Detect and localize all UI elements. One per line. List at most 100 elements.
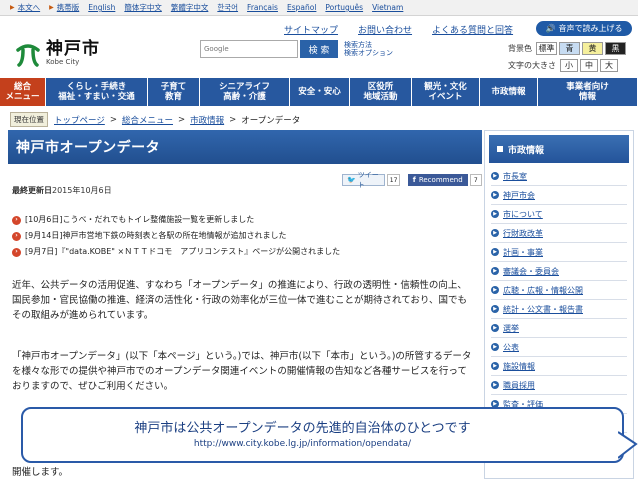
sidebar-title: 市政情報 <box>508 145 545 156</box>
tweet-count: 17 <box>387 174 400 186</box>
arrow-right-icon: ▶ <box>491 210 499 218</box>
language-link[interactable]: 繁體字中文 <box>171 2 209 13</box>
language-link[interactable]: 簡体字中文 <box>124 2 162 13</box>
arrow-right-icon: ▶ <box>491 305 499 313</box>
kobe-city-emblem-icon <box>14 40 42 68</box>
language-link[interactable]: Vietnam <box>372 3 403 12</box>
news-item[interactable]: › [9月14日]神戸市営地下鉄の時刻表と各駅の所在地情報が追加されました <box>12 228 340 244</box>
language-link[interactable]: Português <box>325 3 363 12</box>
top-link[interactable]: サイトマップ <box>284 23 338 36</box>
search-options: 検索方法 検索オプション <box>344 41 393 57</box>
callout-url[interactable]: http://www.city.kobe.lg.jp/information/o… <box>23 439 622 449</box>
tweet-button[interactable]: 🐦 ツイート <box>342 171 386 189</box>
facebook-recommend-button[interactable]: f Recommend <box>407 174 468 186</box>
sidebar-item-label: 統計・公文書・報告書 <box>503 304 583 314</box>
sidebar-item[interactable]: ▶ 職員採用 <box>491 376 627 395</box>
font-size-selector: 文字の大きさ 小 中 大 <box>508 59 620 72</box>
breadcrumb-home[interactable]: トップページ <box>54 114 105 126</box>
sidebar-item-label: 職員採用 <box>503 380 535 390</box>
nav-item[interactable]: 市政情報 <box>480 78 538 106</box>
page-title: 神戸市オープンデータ <box>8 130 482 164</box>
arrow-right-icon: ▶ <box>491 191 499 199</box>
sidebar-item[interactable]: ▶ 選挙 <box>491 319 627 338</box>
breadcrumb-city-info[interactable]: 市政情報 <box>190 114 224 126</box>
language-link[interactable]: Español <box>287 3 316 12</box>
language-link[interactable]: 携帯版 <box>57 2 80 13</box>
bg-black-button[interactable]: 黒 <box>605 42 626 55</box>
language-link[interactable]: English <box>88 3 115 12</box>
sidebar-item-label: 市について <box>503 209 543 219</box>
search-option-link[interactable]: 検索オプション <box>344 49 393 57</box>
bg-standard-button[interactable]: 標準 <box>536 42 557 55</box>
language-link[interactable]: 本文へ <box>18 2 41 13</box>
arrow-right-icon: ▶ <box>491 324 499 332</box>
top-link[interactable]: お問い合わせ <box>358 23 412 36</box>
facebook-icon: f <box>412 176 416 184</box>
search-input[interactable]: Google <box>200 40 298 58</box>
nav-item[interactable]: 事業者向け 情報 <box>538 78 638 106</box>
sidebar-item[interactable]: ▶ 統計・公文書・報告書 <box>491 300 627 319</box>
font-small-button[interactable]: 小 <box>560 59 578 72</box>
sidebar-list: ▶ 市長室 ▶ 神戸市会 ▶ 市について ▶ 行財政改革 ▶ 計画・事業 ▶ 審議会・委員会 ▶ 広聴・広… <box>491 167 627 433</box>
arrow-right-icon: ▶ <box>491 381 499 389</box>
sidebar-item-label: 審議会・委員会 <box>503 266 559 276</box>
font-medium-button[interactable]: 中 <box>580 59 598 72</box>
language-link[interactable]: Français <box>247 3 278 12</box>
arrow-right-icon: ▶ <box>491 343 499 351</box>
recommend-label: Recommend <box>418 176 463 184</box>
sidebar-item-label: 市長室 <box>503 171 527 181</box>
sidebar-item[interactable]: ▶ 市長室 <box>491 167 627 186</box>
news-bullet-icon: › <box>12 247 21 257</box>
background-color-label: 背景色 <box>508 44 532 53</box>
square-bullet-icon <box>497 146 503 152</box>
sidebar-item-label: 行財政改革 <box>503 228 543 238</box>
recommend-count: 7 <box>469 174 482 186</box>
twitter-bird-icon: 🐦 <box>347 176 356 184</box>
sidebar-item[interactable]: ▶ 公表 <box>491 338 627 357</box>
search-method-link[interactable]: 検索方法 <box>344 41 393 49</box>
news-item[interactable]: › [10月6日]こうべ・だれでもトイレ整備施設一覧を更新しました <box>12 212 340 228</box>
sidebar-item[interactable]: ▶ 審議会・委員会 <box>491 262 627 281</box>
breadcrumb-menu[interactable]: 総合メニュー <box>122 114 173 126</box>
sidebar-item[interactable]: ▶ 市について <box>491 205 627 224</box>
nav-item[interactable]: 総合 メニュー <box>0 78 46 106</box>
sidebar-item-label: 神戸市会 <box>503 190 535 200</box>
nav-item[interactable]: くらし・手続き 福祉・すまい・交通 <box>46 78 148 106</box>
nav-item[interactable]: 安全・安心 <box>290 78 350 106</box>
language-link[interactable]: 한국어 <box>217 2 238 13</box>
top-links: サイトマップ お問い合わせ よくある質問と回答 <box>284 23 533 36</box>
nav-item[interactable]: 観光・文化 イベント <box>412 78 480 106</box>
background-color-selector: 背景色 標準 青 黄 黒 <box>508 42 628 55</box>
sidebar-item-label: 公表 <box>503 342 519 352</box>
sidebar-item[interactable]: ▶ 施設情報 <box>491 357 627 376</box>
voice-readout-button[interactable]: 🔊 音声で読み上げる <box>536 21 632 36</box>
search-button[interactable]: 検 索 <box>300 40 338 58</box>
font-size-label: 文字の大きさ <box>508 61 556 70</box>
sidebar-item[interactable]: ▶ 広聴・広報・情報公開 <box>491 281 627 300</box>
sidebar-header: 市政情報 <box>489 135 629 163</box>
sidebar-item[interactable]: ▶ 行財政改革 <box>491 224 627 243</box>
bg-blue-button[interactable]: 青 <box>559 42 580 55</box>
nav-item[interactable]: 区役所 地域活動 <box>350 78 412 106</box>
event-paragraph-tail: 開催します。 <box>12 467 69 478</box>
language-bar: ▶ 本文へ ▶ 携帯版 English 簡体字中文 繁體字中文 한국어 Français Espa… <box>0 0 638 16</box>
bg-yellow-button[interactable]: 黄 <box>582 42 603 55</box>
news-bullet-icon: › <box>12 215 21 225</box>
callout-tail-icon <box>618 431 638 459</box>
about-paragraph: 「神戸市オープンデータ」(以下「本ページ」という。)では、神戸市(以下「本市」と… <box>12 351 472 392</box>
header: 神戸市 Kobe City サイトマップ お問い合わせ よくある質問と回答 🔊 音声… <box>0 16 638 78</box>
font-large-button[interactable]: 大 <box>600 59 618 72</box>
top-link[interactable]: よくある質問と回答 <box>432 23 513 36</box>
sidebar-item[interactable]: ▶ 計画・事業 <box>491 243 627 262</box>
nav-item[interactable]: シニアライフ 高齢・介護 <box>200 78 290 106</box>
arrow-right-icon: ▶ <box>49 4 54 11</box>
nav-item[interactable]: 子育て 教育 <box>148 78 200 106</box>
news-item[interactable]: › [9月7日]『"data.KOBE" ×ＮＴＴドコモ アプリコンテスト』ページ… <box>12 244 340 260</box>
updated-label: 最終更新日 <box>12 186 52 195</box>
news-text: [9月7日]『"data.KOBE" ×ＮＴＴドコモ アプリコンテスト』ページが… <box>25 247 341 256</box>
news-text: [9月14日]神戸市営地下鉄の時刻表と各駅の所在地情報が追加されました <box>25 231 287 240</box>
breadcrumb-separator: > <box>177 114 186 125</box>
site-logo[interactable]: 神戸市 Kobe City <box>14 40 100 68</box>
sidebar-item[interactable]: ▶ 神戸市会 <box>491 186 627 205</box>
sidebar-item-label: 計画・事業 <box>503 247 543 257</box>
